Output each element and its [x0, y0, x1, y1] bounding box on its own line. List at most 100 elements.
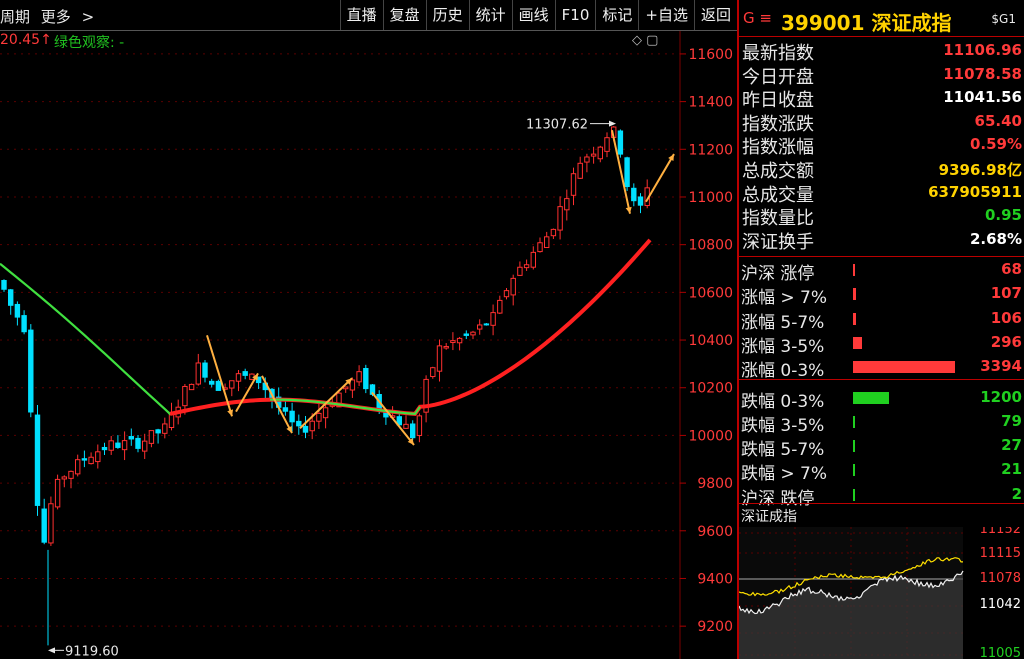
candle-body: [550, 228, 557, 237]
candlestick-chart[interactable]: 11600 11400 11200 11000 10800 10600 10400 10200…: [0, 31, 737, 659]
candle-body: [584, 156, 590, 163]
y-tick-label: 10400: [688, 333, 733, 349]
index-tag: $G1: [991, 12, 1016, 26]
candle-body: [410, 423, 416, 439]
candle-body: [41, 508, 47, 543]
breadth-row: 涨幅 0-3% 3394: [739, 355, 1024, 382]
back-button[interactable]: 返回: [693, 0, 737, 30]
breadth-bar: [853, 464, 855, 477]
candle-body: [631, 187, 637, 202]
breadth-label: 跌幅 > 7%: [741, 464, 828, 485]
breadth-row: 涨幅 > 7% 107: [739, 282, 1024, 309]
candle-body: [75, 459, 81, 475]
candle-body: [14, 303, 21, 318]
draw-line-button[interactable]: 画线: [511, 0, 555, 30]
y-tick-label: 9200: [697, 619, 733, 635]
breadth-row: 涨幅 5-7% 106: [739, 307, 1024, 333]
quote-value: 65.40: [974, 111, 1022, 130]
index-title: 399001 深证成指: [781, 11, 952, 35]
candle-body: [577, 162, 583, 179]
candle-body: [537, 242, 543, 253]
breadth-label: 跌幅 0-3%: [741, 391, 825, 412]
trend-arrow: [645, 153, 675, 203]
candle-body: [282, 407, 289, 412]
mark-button[interactable]: 标记: [595, 0, 638, 30]
candle-body: [463, 333, 470, 336]
breadth-value: 2: [1011, 484, 1022, 503]
candle-body: [637, 196, 644, 206]
candle-body: [1, 280, 7, 290]
breadth-bar: [853, 440, 855, 453]
add-watchlist-button[interactable]: +自选: [638, 0, 694, 30]
y-tick-label: 11200: [688, 142, 733, 158]
candle-body: [544, 236, 550, 249]
breadth-row: 涨幅 3-5% 296: [739, 331, 1024, 357]
candle-body: [296, 420, 302, 427]
breadth-row: 跌幅 3-5% 79: [739, 410, 1024, 436]
candle-body: [142, 440, 148, 452]
breadth-label: 涨幅 5-7%: [741, 312, 825, 333]
more-label[interactable]: 更多: [41, 8, 71, 26]
candle-body: [617, 130, 624, 155]
replay-button[interactable]: 复盘: [382, 0, 426, 30]
quote-row: 总成交额 9396.98亿: [739, 156, 1024, 182]
candle-body: [155, 429, 161, 434]
history-button[interactable]: 历史: [425, 0, 469, 30]
quote-row: 指数涨跌 65.40: [739, 109, 1024, 135]
stats-button[interactable]: 统计: [468, 0, 512, 30]
candle-body: [195, 362, 202, 385]
candle-body: [590, 153, 597, 157]
candle-body: [302, 425, 309, 433]
candle-body: [343, 386, 349, 390]
quote-value: 11106.96: [943, 41, 1022, 59]
period-menu[interactable]: 周期 更多 >: [0, 6, 100, 27]
period-label[interactable]: 周期: [0, 8, 30, 26]
quote-value: 0.59%: [969, 135, 1022, 154]
candle-body: [490, 312, 496, 326]
mini-intraday-chart[interactable]: 11152 11115 11078 11042 11005: [739, 527, 1024, 659]
candle-body: [309, 420, 315, 432]
candle-body: [349, 379, 356, 391]
candle-body: [356, 371, 362, 383]
candle-body: [604, 137, 610, 152]
chart-settings-icon[interactable]: ◇ ▢: [632, 33, 658, 48]
candle-body: [68, 470, 74, 479]
breadth-label: 涨幅 0-3%: [741, 361, 825, 382]
live-button[interactable]: 直播: [339, 0, 383, 30]
breadth-label: 涨幅 > 7%: [741, 288, 828, 309]
candle-body: [483, 323, 490, 326]
candle-body: [530, 251, 536, 268]
high-annotation: 11307.62: [526, 118, 588, 133]
mini-tick-label: 11115: [980, 546, 1021, 561]
breadth-bar: [853, 361, 955, 374]
breadth-bar: [853, 264, 855, 276]
quote-value: 11078.58: [943, 64, 1022, 83]
quote-header: G ≡ 399001 深证成指 $G1: [739, 0, 1024, 37]
candle-body: [450, 340, 456, 343]
candle-body: [121, 440, 128, 451]
candle-body: [188, 383, 195, 391]
y-tick-label: 10000: [688, 428, 733, 444]
candle-body: [229, 380, 235, 389]
candle-body: [54, 478, 61, 508]
y-tick-label: 9800: [697, 476, 733, 492]
candle-body: [564, 198, 570, 211]
candle-body: [162, 423, 168, 434]
market-prefix[interactable]: G ≡: [743, 9, 772, 27]
y-tick-label: 11600: [688, 47, 733, 63]
candle-body: [242, 371, 248, 376]
breadth-value: 3394: [980, 357, 1022, 376]
candle-body: [61, 476, 67, 480]
f10-button[interactable]: F10: [554, 0, 596, 30]
mini-tick-label: 11042: [980, 597, 1021, 612]
more-chevron-icon[interactable]: >: [82, 8, 95, 26]
divider: [739, 379, 1024, 380]
y-tick-label: 11400: [688, 95, 733, 111]
candle-body: [128, 436, 135, 440]
candle-body: [81, 458, 88, 461]
breadth-bar: [853, 415, 855, 428]
quote-row: 深证换手 2.68%: [739, 227, 1024, 253]
candle-body: [8, 289, 14, 306]
candle-body: [182, 385, 188, 407]
y-tick-label: 10200: [688, 381, 733, 397]
